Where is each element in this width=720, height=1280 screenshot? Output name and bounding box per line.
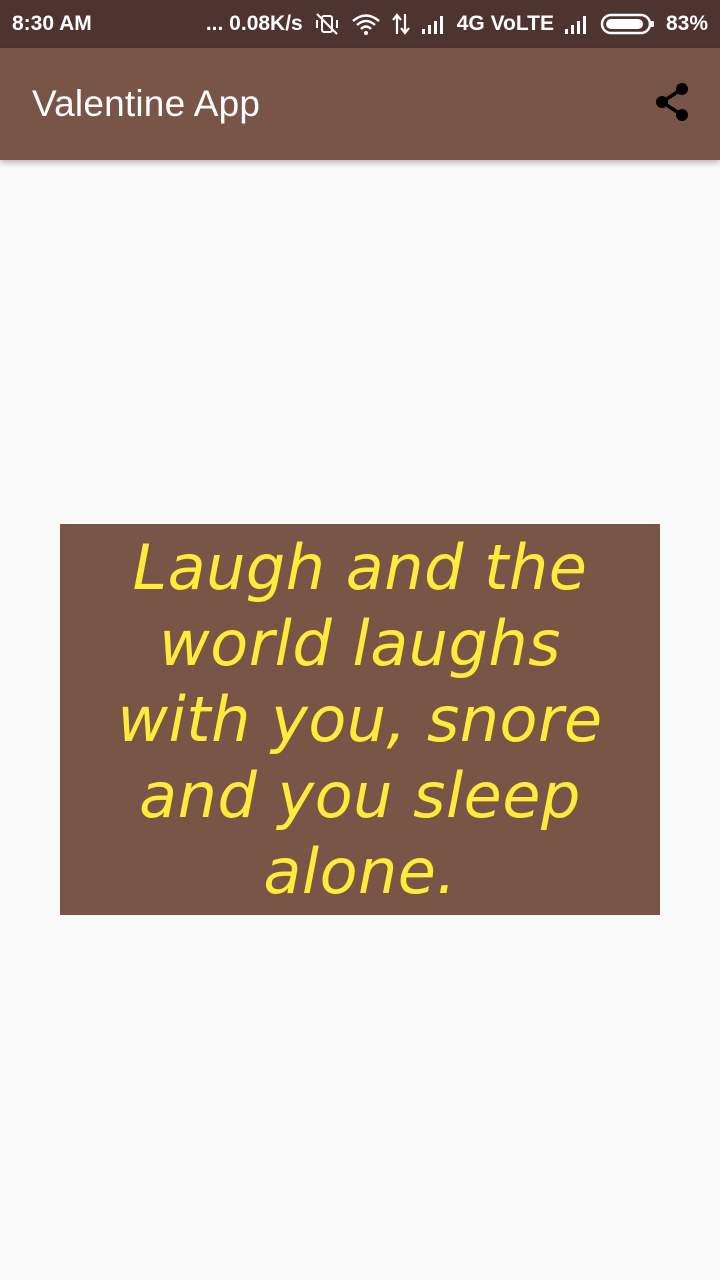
status-bar: 8:30 AM ... 0.08K/s 4G VoLTE 83% xyxy=(0,0,720,48)
app-bar: Valentine App xyxy=(0,48,720,160)
battery-icon xyxy=(600,12,656,36)
status-icons: ... 0.08K/s 4G VoLTE 83% xyxy=(206,12,708,36)
quote-card: Laugh and the world laughs with you, sno… xyxy=(60,524,660,915)
quote-text: Laugh and the world laughs with you, sno… xyxy=(117,530,603,908)
signal-icon xyxy=(421,13,447,35)
vibrate-off-icon xyxy=(313,12,341,36)
data-arrows-icon xyxy=(391,12,411,36)
network-type: 4G VoLTE xyxy=(456,12,554,35)
share-icon xyxy=(652,81,692,128)
signal-icon xyxy=(564,13,590,35)
app-title: Valentine App xyxy=(32,83,261,124)
network-speed: ... 0.08K/s xyxy=(205,12,303,35)
share-button[interactable] xyxy=(648,80,696,128)
status-time: 8:30 AM xyxy=(12,12,92,35)
wifi-icon xyxy=(351,12,381,36)
battery-level: 83% xyxy=(665,12,708,35)
